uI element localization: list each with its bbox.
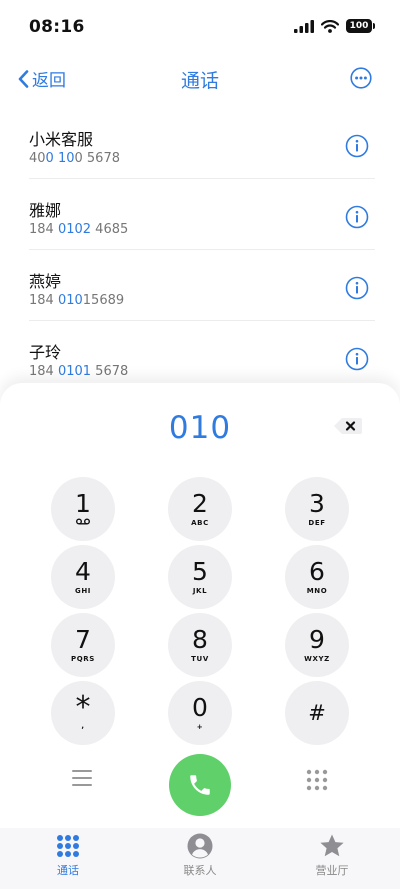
info-icon[interactable] bbox=[345, 347, 369, 371]
key-hash[interactable]: # bbox=[285, 681, 349, 745]
status-icons: 100 bbox=[294, 19, 375, 33]
key-star[interactable]: * , bbox=[51, 681, 115, 745]
key-letters: WXYZ bbox=[304, 655, 330, 663]
key-letters: TUV bbox=[191, 655, 209, 663]
signal-icon bbox=[294, 19, 314, 33]
keypad-toggle-icon[interactable] bbox=[306, 769, 328, 791]
key-letters: , bbox=[81, 722, 85, 730]
tab-bar: 通话 联系人 营业厅 bbox=[0, 828, 400, 889]
info-icon[interactable] bbox=[345, 205, 369, 229]
tab-label: 营业厅 bbox=[315, 864, 349, 877]
key-9[interactable]: 9 WXYZ bbox=[285, 613, 349, 677]
key-digit: 6 bbox=[309, 557, 325, 586]
contact-item[interactable]: 小米客服 400 100 5678 bbox=[29, 108, 375, 179]
key-digit: # bbox=[308, 701, 326, 725]
contact-item[interactable]: 燕婷 184 01015689 bbox=[29, 250, 375, 321]
keypad-icon bbox=[57, 835, 79, 857]
contact-item[interactable]: 子玲 184 0101 5678 bbox=[29, 321, 375, 392]
key-digit: 3 bbox=[309, 489, 325, 518]
key-4[interactable]: 4 GHI bbox=[51, 545, 115, 609]
key-letters: GHI bbox=[74, 587, 91, 595]
key-letters: + bbox=[196, 723, 204, 731]
contact-name: 子玲 bbox=[29, 343, 62, 362]
tab-service-hall[interactable]: 营业厅 bbox=[282, 833, 382, 878]
contact-list: 小米客服 400 100 5678 雅娜 184 0102 4685 燕婷 18… bbox=[0, 108, 400, 392]
tab-calls[interactable]: 通话 bbox=[18, 833, 118, 878]
info-icon[interactable] bbox=[345, 134, 369, 158]
key-3[interactable]: 3 DEF bbox=[285, 477, 349, 541]
star-icon bbox=[320, 834, 344, 857]
backspace-icon[interactable] bbox=[333, 416, 363, 436]
key-6[interactable]: 6 MNO bbox=[285, 545, 349, 609]
info-icon[interactable] bbox=[345, 276, 369, 300]
key-0[interactable]: 0 + bbox=[168, 681, 232, 745]
tab-label: 联系人 bbox=[183, 864, 217, 877]
page-title: 通话 bbox=[180, 70, 219, 92]
call-button[interactable] bbox=[169, 754, 231, 816]
contact-name: 雅娜 bbox=[29, 201, 62, 220]
tab-contacts[interactable]: 联系人 bbox=[150, 833, 250, 878]
more-options-icon[interactable] bbox=[350, 67, 372, 89]
wifi-icon bbox=[321, 19, 339, 33]
key-digit: 1 bbox=[75, 489, 91, 518]
key-letters: ABC bbox=[191, 519, 209, 527]
tab-label: 通话 bbox=[57, 864, 79, 877]
key-1[interactable]: 1 bbox=[51, 477, 115, 541]
key-letters: MNO bbox=[306, 587, 328, 595]
key-digit: 0 bbox=[192, 693, 208, 722]
key-digit: 8 bbox=[192, 625, 208, 654]
key-8[interactable]: 8 TUV bbox=[168, 613, 232, 677]
voicemail-icon bbox=[76, 518, 90, 525]
nav-bar: 返回 通话 bbox=[0, 56, 400, 102]
key-digit: * bbox=[75, 690, 91, 725]
key-2[interactable]: 2 ABC bbox=[168, 477, 232, 541]
phone-icon bbox=[190, 775, 210, 795]
battery-icon: 100 bbox=[346, 19, 375, 33]
status-time: 08:16 bbox=[29, 17, 85, 37]
key-digit: 7 bbox=[75, 625, 91, 654]
key-digit: 9 bbox=[309, 625, 325, 654]
key-digit: 5 bbox=[192, 557, 208, 586]
contact-name: 燕婷 bbox=[29, 272, 62, 291]
contact-number: 184 0101 5678 bbox=[29, 364, 129, 379]
dial-panel: 010 1 2 ABC 3 DEF 4 GHI 5 JKL 6 MNO 7 PQ… bbox=[0, 383, 400, 828]
status-bar: 08:16 100 bbox=[0, 0, 400, 56]
key-digit: 2 bbox=[192, 489, 208, 518]
key-5[interactable]: 5 JKL bbox=[168, 545, 232, 609]
contact-item[interactable]: 雅娜 184 0102 4685 bbox=[29, 179, 375, 250]
key-letters: DEF bbox=[308, 519, 326, 527]
key-letters: JKL bbox=[192, 587, 208, 595]
key-digit: 4 bbox=[75, 557, 91, 586]
contact-number: 184 0102 4685 bbox=[29, 222, 129, 237]
contact-number: 184 01015689 bbox=[29, 293, 125, 308]
contact-number: 400 100 5678 bbox=[29, 151, 120, 166]
person-icon bbox=[187, 833, 213, 859]
key-7[interactable]: 7 PQRS bbox=[51, 613, 115, 677]
menu-icon[interactable] bbox=[71, 769, 93, 787]
key-letters: PQRS bbox=[71, 655, 95, 663]
contact-name: 小米客服 bbox=[29, 130, 94, 149]
